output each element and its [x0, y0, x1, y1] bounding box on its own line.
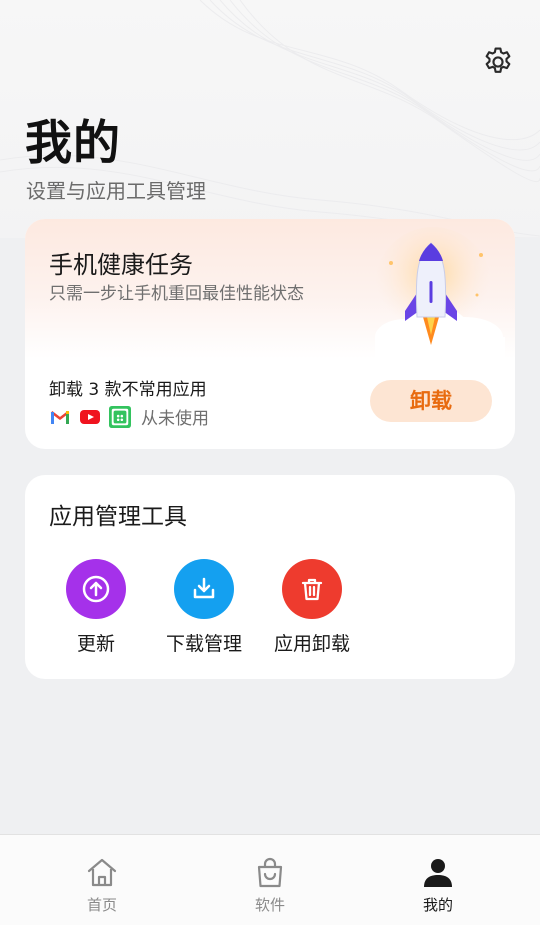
arrow-up-icon [82, 575, 110, 603]
settings-button[interactable] [478, 42, 518, 82]
gmail-icon [49, 406, 71, 428]
nav-item-software[interactable]: 软件 [230, 855, 310, 915]
nav-item-mine[interactable]: 我的 [398, 855, 478, 915]
download-icon [193, 577, 215, 599]
app-market-icon [109, 405, 131, 428]
tools-card-title: 应用管理工具 [49, 504, 187, 530]
health-card-description: 只需一步让手机重回最佳性能状态 [49, 284, 304, 304]
bottom-navigation: 首页 软件 我的 [0, 834, 540, 925]
tool-uninstall-label: 应用卸载 [273, 633, 350, 655]
nav-home-label: 首页 [86, 896, 117, 914]
youtube-icon [79, 406, 101, 428]
app-tools-card: 应用管理工具 更新 下载管理 应用卸载 [25, 475, 515, 679]
tool-download-manager[interactable]: 下载管理 [150, 559, 258, 656]
page-title: 我的 [25, 116, 121, 171]
page-subtitle: 设置与应用工具管理 [26, 179, 206, 203]
uninstall-button[interactable]: 卸载 [370, 380, 492, 422]
shopping-bag-icon [252, 855, 288, 891]
usage-note: 从未使用 [141, 409, 209, 429]
uninstall-task-text: 卸载 3 款不常用应用 [49, 380, 207, 400]
uninstall-icon-circle [282, 559, 342, 619]
rocket-illustration [375, 227, 505, 359]
nav-mine-label: 我的 [422, 896, 453, 914]
health-task-card[interactable]: 手机健康任务 只需一步让手机重回最佳性能状态 卸载 3 款不常用应用 从未使用 … [25, 219, 515, 449]
tool-update-label: 更新 [76, 633, 115, 655]
tool-uninstaller[interactable]: 应用卸载 [258, 559, 366, 656]
nav-software-label: 软件 [254, 896, 285, 914]
tool-update[interactable]: 更新 [42, 559, 150, 656]
health-card-title: 手机健康任务 [49, 251, 193, 279]
home-icon [84, 855, 120, 891]
unused-app-icons: 从未使用 [49, 404, 209, 429]
person-icon [420, 855, 456, 891]
trash-icon [301, 578, 323, 601]
tool-download-label: 下载管理 [165, 633, 242, 655]
gear-icon [485, 47, 511, 73]
download-icon-circle [174, 559, 234, 619]
update-icon-circle [66, 559, 126, 619]
nav-item-home[interactable]: 首页 [62, 855, 142, 915]
